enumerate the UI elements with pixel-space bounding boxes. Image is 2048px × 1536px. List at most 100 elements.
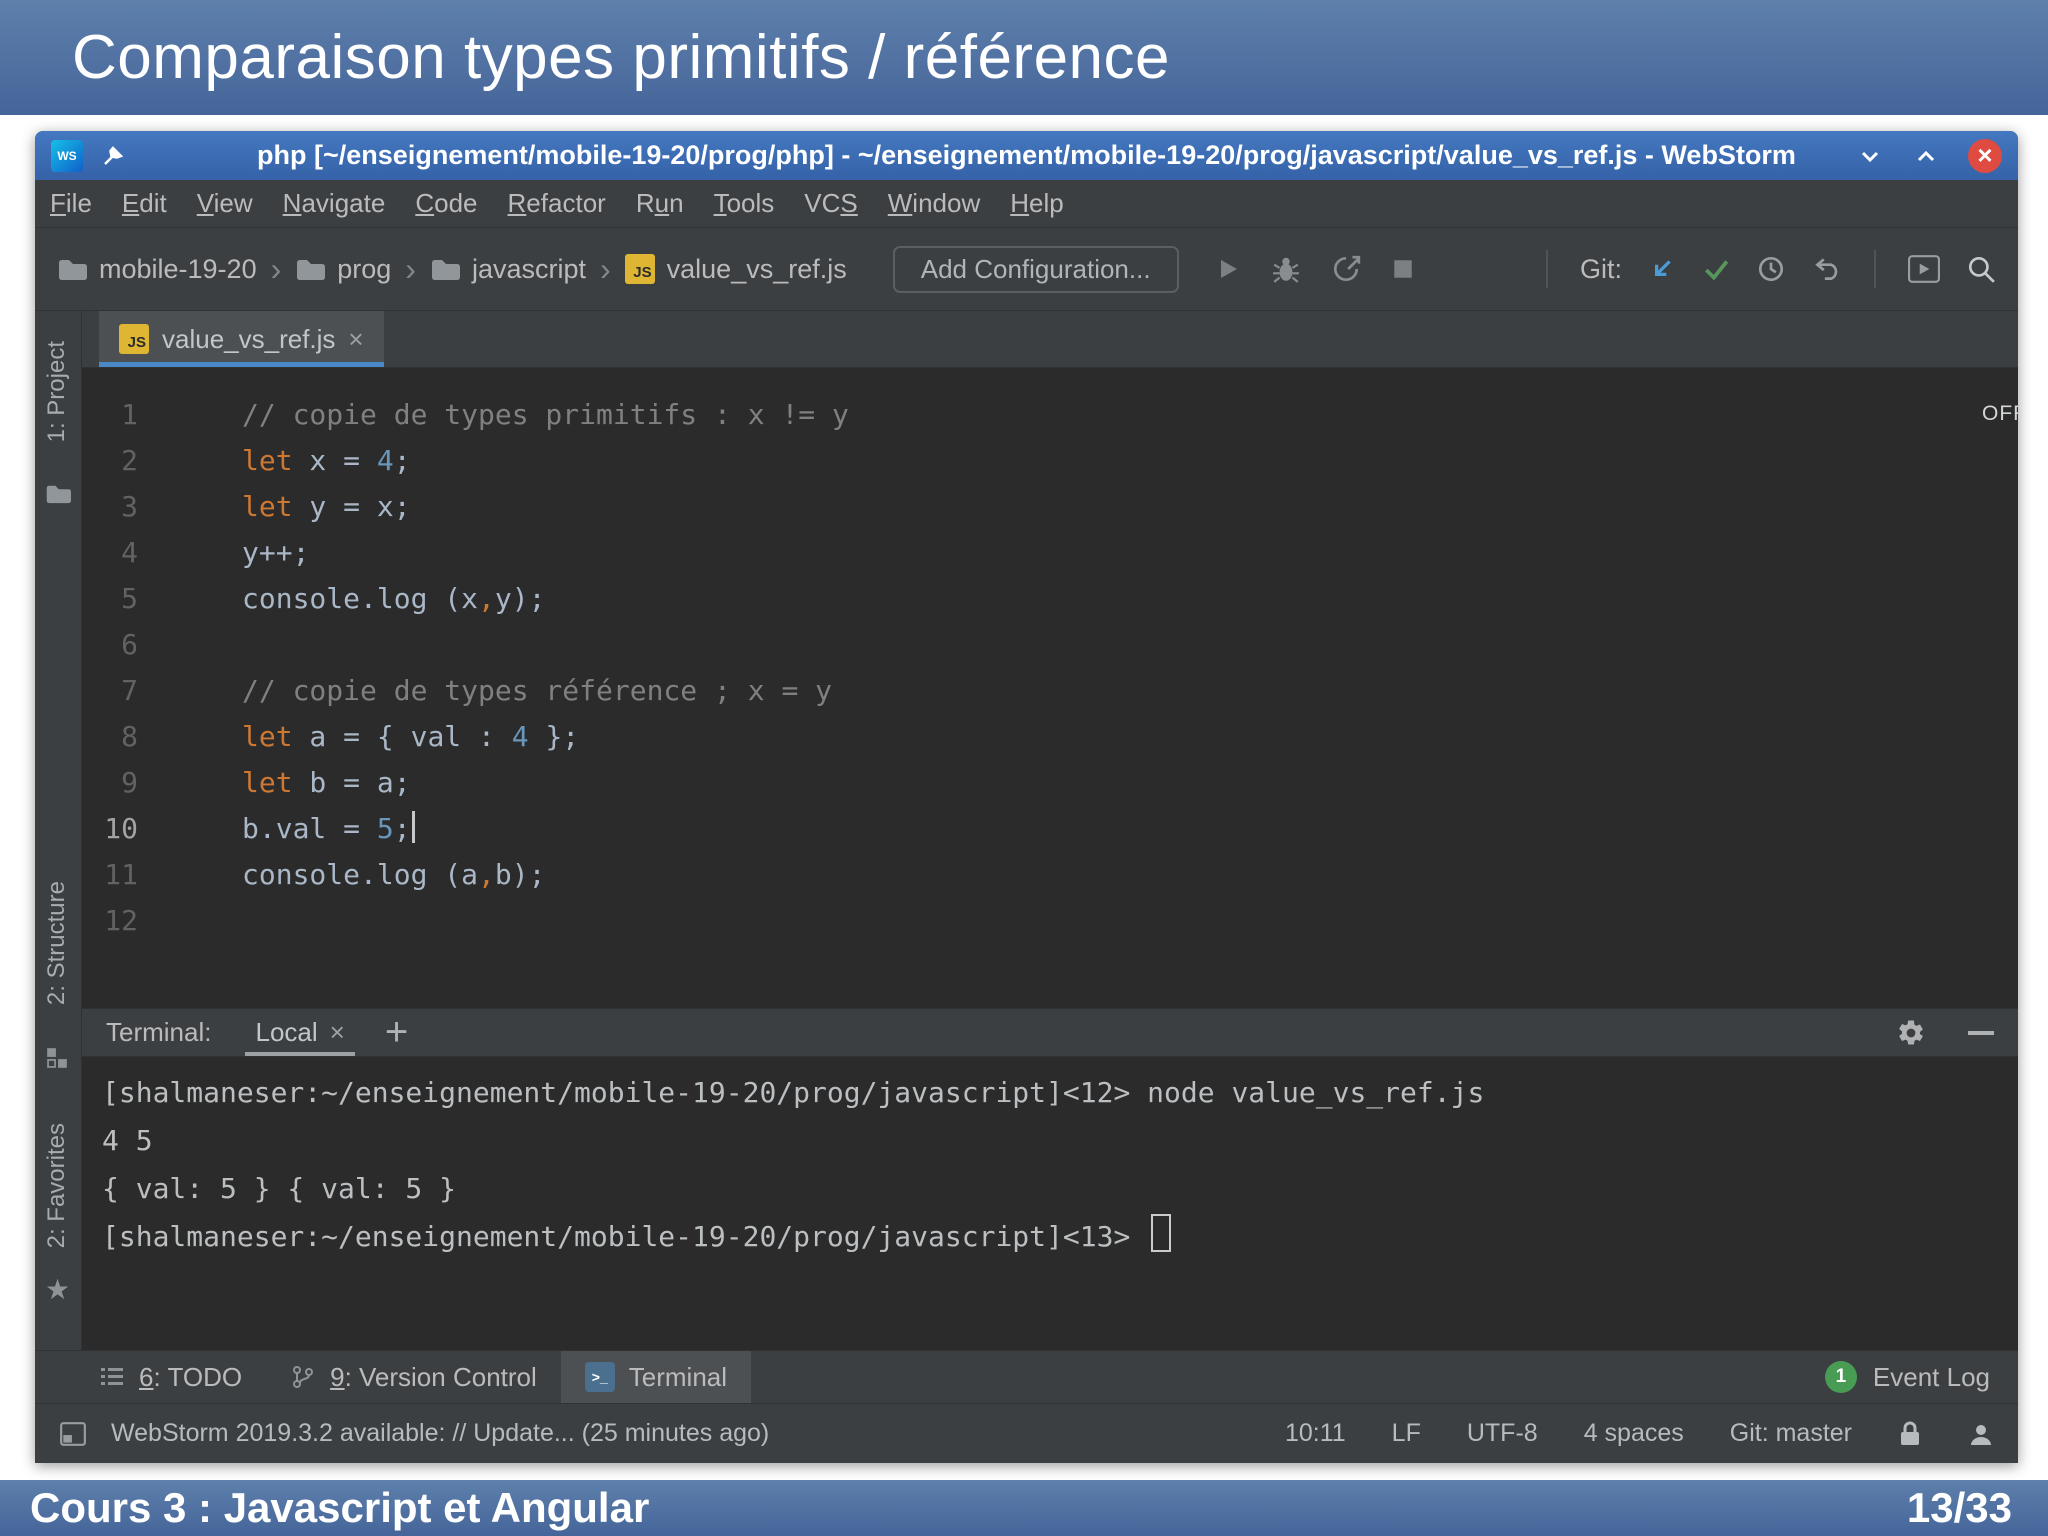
terminal-icon	[584, 1362, 615, 1392]
tab-close-icon[interactable]	[348, 324, 363, 355]
status-bar: WebStorm 2019.3.2 available: // Update..…	[35, 1403, 2018, 1463]
menu-code[interactable]: Code	[400, 188, 492, 219]
tool-window-stripe: 1: Project 2: Structure 2: Favorites	[35, 311, 82, 1350]
line-number: 5	[121, 582, 138, 615]
code-line-2[interactable]: 2 let x = 4;	[82, 438, 2018, 484]
history-icon[interactable]	[1756, 254, 1786, 284]
main-toolbar: mobile-19-20 › prog › javascript › JS value_vs_…	[35, 228, 2018, 311]
toolwindow-terminal[interactable]: Terminal	[560, 1351, 752, 1403]
rollback-icon[interactable]	[1812, 255, 1842, 283]
code-line-5[interactable]: 5 console.log (x,y);	[82, 576, 2018, 622]
toolbar-separator	[1874, 250, 1876, 288]
breadcrumb-value-vs-ref-js[interactable]: JS value_vs_ref.js	[624, 253, 847, 285]
search-icon[interactable]	[1966, 254, 1996, 284]
slide-title: Comparaison types primitifs / référence	[72, 23, 1171, 92]
terminal-header: Terminal: Local	[82, 1008, 2018, 1057]
code-text: let x = 4;	[242, 444, 411, 477]
star-icon[interactable]	[45, 1273, 70, 1306]
lock-icon[interactable]	[1898, 1420, 1922, 1448]
caret-position[interactable]: 10:11	[1285, 1419, 1346, 1448]
event-log-icon: 1	[1824, 1361, 1857, 1393]
menu-refactor[interactable]: Refactor	[493, 188, 621, 219]
menu-tools[interactable]: Tools	[699, 188, 790, 219]
maximize-icon[interactable]	[1912, 142, 1940, 170]
menu-view[interactable]: View	[182, 188, 268, 219]
code-line-6[interactable]: 6	[82, 622, 2018, 668]
code-line-3[interactable]: 3 let y = x;	[82, 484, 2018, 530]
terminal-tab-local[interactable]: Local	[245, 1009, 356, 1056]
settings-gear-icon[interactable]	[1896, 1018, 1926, 1048]
code-text: let b = a;	[242, 766, 411, 799]
toolwindow-version-control[interactable]: 9: Version Control	[266, 1351, 561, 1403]
hide-panel-icon[interactable]	[1968, 1030, 1994, 1035]
close-icon[interactable]	[1968, 138, 2002, 173]
event-log-label: Event Log	[1872, 1361, 1990, 1392]
git-update-icon[interactable]	[1648, 255, 1676, 283]
menu-navigate[interactable]: Navigate	[268, 188, 401, 219]
terminal-output[interactable]: [shalmaneser:~/enseignement/mobile-19-20…	[82, 1057, 2018, 1350]
todo-icon	[99, 1365, 125, 1389]
breadcrumb-javascript[interactable]: javascript	[430, 254, 586, 285]
status-message[interactable]: WebStorm 2019.3.2 available: // Update..…	[111, 1419, 769, 1448]
add-configuration-button[interactable]: Add Configuration...	[892, 245, 1179, 293]
code-line-12[interactable]: 12	[82, 898, 2018, 944]
pin-icon[interactable]	[101, 144, 125, 168]
terminal-tab-close-icon[interactable]	[330, 1017, 345, 1048]
code-text: let a = { val : 4 };	[242, 720, 580, 753]
code-line-9[interactable]: 9 let b = a;	[82, 760, 2018, 806]
user-icon[interactable]	[1968, 1421, 1994, 1447]
breadcrumb-mobile-19-20[interactable]: mobile-19-20	[57, 254, 257, 285]
todo-label: 6: TODO	[139, 1361, 243, 1392]
code-line-11[interactable]: 11 console.log (a,b);	[82, 852, 2018, 898]
code-line-1[interactable]: 1 // copie de types primitifs : x != y	[82, 392, 2018, 438]
code-line-7[interactable]: 7 // copie de types référence ; x = y	[82, 668, 2018, 714]
menu-run[interactable]: Run	[621, 188, 699, 219]
breadcrumb-separator-icon: ›	[405, 250, 416, 287]
git-commit-icon[interactable]	[1702, 255, 1730, 283]
version-control-label: 9: Version Control	[330, 1361, 537, 1392]
run-controls	[1213, 254, 1415, 284]
slide-footer: Cours 3 : Javascript et Angular 13/33	[0, 1480, 2048, 1536]
code-editor[interactable]: 1 // copie de types primitifs : x != y 2 le…	[82, 368, 2018, 1008]
stop-icon[interactable]	[1391, 257, 1415, 281]
line-number: 12	[104, 904, 138, 937]
tab-value-vs-ref-js[interactable]: JS value_vs_ref.js	[99, 311, 384, 367]
window-titlebar[interactable]: WS php [~/enseignement/mobile-19-20/prog…	[35, 131, 2018, 180]
terminal-cursor	[1151, 1214, 1172, 1252]
file-encoding[interactable]: UTF-8	[1467, 1419, 1538, 1448]
project-folder-icon[interactable]	[45, 483, 71, 510]
indent-size[interactable]: 4 spaces	[1584, 1419, 1684, 1448]
minimize-icon[interactable]	[1856, 142, 1884, 170]
sidebar-item-structure[interactable]: 2: Structure	[43, 881, 71, 1005]
window-title: php [~/enseignement/mobile-19-20/prog/ph…	[257, 140, 1796, 170]
run-anything-icon[interactable]	[1908, 255, 1940, 283]
menu-edit[interactable]: Edit	[107, 188, 182, 219]
menu-file[interactable]: File	[35, 188, 107, 219]
toolwindow-toggle-icon[interactable]	[59, 1420, 87, 1448]
structure-icon[interactable]	[45, 1046, 69, 1075]
new-terminal-session-icon[interactable]	[385, 1010, 408, 1055]
terminal-line: 4 5	[102, 1124, 153, 1157]
menu-vcs[interactable]: VCS	[789, 188, 872, 219]
debug-icon[interactable]	[1271, 254, 1301, 284]
code-line-10[interactable]: 10 b.val = 5;	[82, 806, 2018, 852]
menu-help[interactable]: Help	[995, 188, 1079, 219]
line-number: 1	[121, 398, 138, 431]
run-icon[interactable]	[1213, 255, 1241, 283]
toolwindow-event-log[interactable]: 1 Event Log	[1824, 1351, 2004, 1403]
webstorm-window: WS php [~/enseignement/mobile-19-20/prog…	[35, 131, 2018, 1463]
sidebar-item-project[interactable]: 1: Project	[43, 341, 71, 442]
code-line-8[interactable]: 8 let a = { val : 4 };	[82, 714, 2018, 760]
toolbar-right-group: Git:	[1540, 250, 1996, 288]
terminal-line: [shalmaneser:~/enseignement/mobile-19-20…	[102, 1213, 2018, 1261]
menu-window[interactable]: Window	[873, 188, 996, 219]
sidebar-item-favorites[interactable]: 2: Favorites	[43, 1123, 71, 1248]
code-line-4[interactable]: 4 y++;	[82, 530, 2018, 576]
coverage-icon[interactable]	[1331, 254, 1361, 284]
line-separator[interactable]: LF	[1392, 1419, 1421, 1448]
breadcrumb-prog[interactable]: prog	[295, 254, 391, 285]
git-branch[interactable]: Git: master	[1730, 1419, 1852, 1448]
breadcrumb-label: value_vs_ref.js	[666, 253, 847, 284]
terminal-toolwindow-label: Terminal	[628, 1361, 728, 1392]
toolwindow-todo[interactable]: 6: TODO	[75, 1351, 266, 1403]
